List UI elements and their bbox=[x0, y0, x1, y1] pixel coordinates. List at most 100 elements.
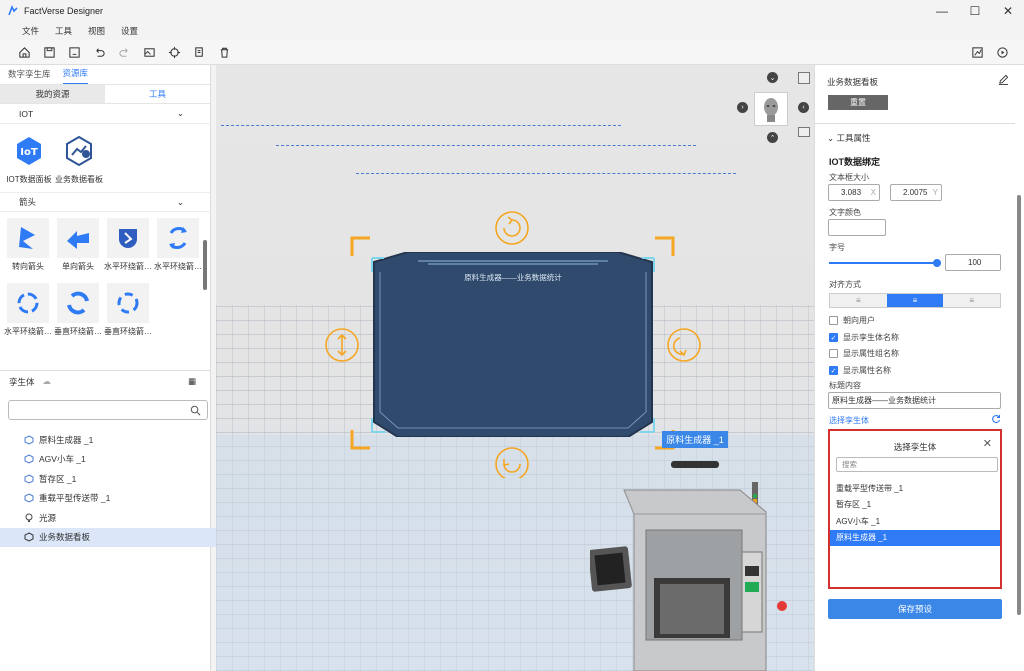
properties-title: 业务数据看板 bbox=[827, 77, 879, 87]
right-panel-scrollbar[interactable] bbox=[1017, 195, 1021, 615]
twin-search-input[interactable] bbox=[8, 400, 208, 420]
grid-view-icon[interactable]: ▦ bbox=[188, 376, 196, 387]
popup-list: 重载平型传送带 _1 暂存区 _1 AGV小车 _1 原料生成器 _1 bbox=[830, 480, 1000, 546]
prev-view-button[interactable]: ‹ bbox=[798, 102, 809, 113]
view-mode-icon[interactable] bbox=[798, 127, 810, 137]
iot-panel-icon: IoT bbox=[17, 137, 41, 165]
save-button[interactable] bbox=[37, 40, 62, 65]
save-preset-button[interactable]: 保存预设 bbox=[828, 599, 1002, 619]
popup-close-icon[interactable]: ✕ bbox=[983, 437, 992, 450]
dashed-line bbox=[276, 145, 696, 146]
tree-item[interactable]: AGV小车 _1 bbox=[0, 450, 216, 470]
play-button[interactable] bbox=[990, 40, 1015, 65]
face-user-checkbox[interactable]: 朝向用户 bbox=[829, 315, 875, 326]
align-right-button[interactable]: ≡ bbox=[943, 294, 1001, 307]
title-content-input[interactable]: 原料生成器——业务数据统计 bbox=[828, 392, 1001, 409]
menu-tools[interactable]: 工具 bbox=[55, 25, 72, 37]
undo-button[interactable] bbox=[87, 40, 112, 65]
text-color-label: 文字颜色 bbox=[829, 208, 861, 217]
size-y-field[interactable]: 2.0075 Y bbox=[890, 184, 942, 201]
chevron-down-icon: ⌄ bbox=[769, 74, 776, 82]
show-attr-name-checkbox[interactable]: ✓ 显示属性名称 bbox=[829, 365, 891, 376]
show-twin-name-checkbox[interactable]: ✓ 显示孪生体名称 bbox=[829, 332, 899, 343]
reset-button[interactable]: 重置 bbox=[828, 95, 888, 110]
arrow-item[interactable]: 垂直环绕箭… bbox=[103, 283, 153, 342]
focus-button[interactable] bbox=[162, 40, 187, 65]
camera-settings-icon[interactable] bbox=[798, 72, 810, 84]
tool-business-board[interactable]: 业务数据看板 bbox=[54, 134, 104, 192]
save-icon bbox=[44, 46, 55, 58]
align-left-button[interactable]: ≡ bbox=[830, 294, 887, 307]
font-size-slider-track[interactable] bbox=[829, 262, 937, 264]
popup-search-input[interactable]: 搜索 bbox=[836, 457, 998, 472]
redo-button[interactable] bbox=[112, 40, 137, 65]
head-avatar-icon bbox=[764, 98, 778, 122]
scene-button[interactable] bbox=[137, 40, 162, 65]
tab-tools[interactable]: 工具 bbox=[105, 85, 210, 103]
expand-button[interactable]: ⌃ bbox=[767, 132, 778, 143]
tree-item[interactable]: 暂存区 _1 bbox=[0, 469, 216, 489]
loop-arrow-icon bbox=[17, 292, 39, 314]
align-center-button[interactable]: ≡ bbox=[886, 294, 944, 307]
size-x-field[interactable]: 3.083 X bbox=[828, 184, 880, 201]
show-group-name-checkbox[interactable]: 显示属性组名称 bbox=[829, 348, 899, 359]
arrow-scrollbar[interactable] bbox=[203, 240, 207, 290]
view-avatar-button[interactable] bbox=[754, 92, 788, 126]
collapse-up-button[interactable]: ⌄ bbox=[767, 72, 778, 83]
menu-bar: 文件 工具 视图 设置 bbox=[0, 22, 1024, 40]
menu-view[interactable]: 视图 bbox=[88, 25, 105, 37]
arrow-item[interactable]: 水平环绕箭… bbox=[103, 218, 153, 277]
tool-attributes-header[interactable]: ⌄ 工具属性 bbox=[827, 132, 871, 144]
iot-section-header[interactable]: IOT ⌄ bbox=[0, 104, 210, 124]
text-color-picker[interactable] bbox=[828, 219, 886, 236]
select-twin-link[interactable]: 选择孪生体 bbox=[829, 415, 869, 426]
material-generator-machine[interactable] bbox=[590, 482, 814, 671]
menu-settings[interactable]: 设置 bbox=[121, 25, 138, 37]
tree-item[interactable]: 原料生成器 _1 bbox=[0, 430, 216, 450]
maximize-button[interactable]: ☐ bbox=[957, 0, 993, 22]
refresh-icon[interactable] bbox=[991, 414, 1001, 424]
align-center-icon: ≡ bbox=[912, 296, 918, 305]
edit-icon[interactable] bbox=[998, 74, 1009, 85]
align-left-icon: ≡ bbox=[856, 296, 861, 305]
tool-label: IOT数据面板 bbox=[6, 175, 52, 184]
close-button[interactable]: ✕ bbox=[990, 0, 1024, 22]
tool-iot-panel[interactable]: IoT IOT数据面板 bbox=[4, 134, 54, 192]
popup-list-item[interactable]: 重载平型传送带 _1 bbox=[830, 480, 1000, 497]
popup-list-item-selected[interactable]: 原料生成器 _1 bbox=[830, 529, 1000, 546]
font-size-input[interactable]: 100 bbox=[945, 254, 1001, 271]
cloud-icon[interactable]: ☁ bbox=[43, 376, 52, 387]
next-view-button[interactable]: › bbox=[737, 102, 748, 113]
turn-arrow-icon bbox=[19, 227, 35, 249]
loop-arrow-icon bbox=[169, 227, 187, 249]
save-as-button[interactable] bbox=[62, 40, 87, 65]
window-title: FactVerse Designer bbox=[24, 6, 104, 16]
arrow-item[interactable]: 垂直环绕箭… bbox=[53, 283, 103, 342]
popup-list-item[interactable]: AGV小车 _1 bbox=[830, 513, 1000, 530]
arrow-item[interactable]: 水平环绕箭… bbox=[3, 283, 53, 342]
right-panel: 业务数据看板 重置 ⌄ 工具属性 IOT数据绑定 文本框大小 3.083 X 2.… bbox=[814, 65, 1024, 671]
twin-cube-icon bbox=[24, 493, 34, 503]
arrow-section-header[interactable]: 箭头 ⌄ bbox=[0, 192, 210, 212]
tab-resource-library[interactable]: 资源库 bbox=[62, 67, 89, 84]
tool-label: 业务数据看板 bbox=[55, 175, 103, 184]
menu-file[interactable]: 文件 bbox=[22, 25, 39, 37]
minimize-button[interactable]: — bbox=[924, 0, 960, 22]
delete-button[interactable] bbox=[212, 40, 237, 65]
single-arrow-icon bbox=[67, 231, 89, 249]
font-size-slider-thumb[interactable] bbox=[933, 259, 941, 267]
tree-item[interactable]: 重载平型传送带 _1 bbox=[0, 489, 216, 509]
tab-twin-library[interactable]: 数字孪生库 bbox=[8, 68, 51, 84]
arrow-item[interactable]: 单向箭头 bbox=[53, 218, 103, 277]
home-button[interactable] bbox=[12, 40, 37, 65]
arrow-item[interactable]: 转向箭头 bbox=[3, 218, 53, 277]
tab-my-resources[interactable]: 我的资源 bbox=[0, 85, 105, 103]
chart-button[interactable] bbox=[965, 40, 990, 65]
business-data-board[interactable]: 原料生成器——业务数据统计 bbox=[368, 252, 658, 437]
tree-item-selected[interactable]: 业务数据看板 bbox=[0, 527, 216, 547]
popup-list-item[interactable]: 暂存区 _1 bbox=[830, 497, 1000, 514]
focus-icon bbox=[168, 46, 181, 58]
arrow-item[interactable]: 水平环绕箭… bbox=[153, 218, 203, 277]
copy-button[interactable] bbox=[187, 40, 212, 65]
tree-item[interactable]: 光源 bbox=[0, 508, 216, 528]
